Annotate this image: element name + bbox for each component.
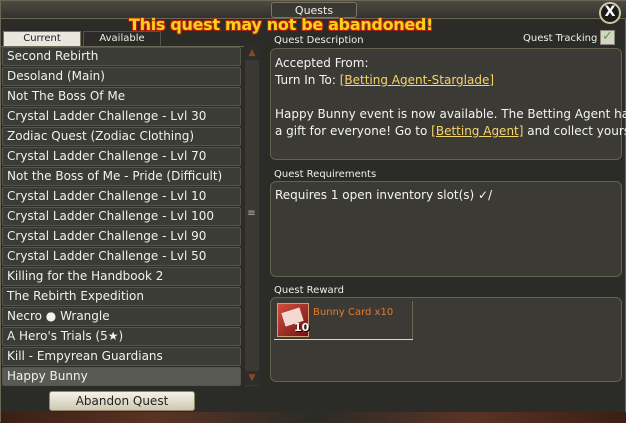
quest-list-item[interactable]: Desoland (Main) [2,67,241,86]
quest-reward-header: Quest Reward [274,285,344,296]
turn-in-link[interactable]: [Betting Agent-Starglade] [340,73,494,87]
quest-list-item[interactable]: Second Rebirth [2,47,241,66]
quest-list-item[interactable]: Crystal Ladder Challenge - Lvl 70 [2,147,241,166]
quest-list-item[interactable]: Crystal Ladder Challenge - Lvl 100 [2,207,241,226]
reward-item-name: Bunny Card x10 [313,307,394,318]
description-line-2: a gift for everyone! Go to [Betting Agen… [275,124,626,138]
quest-list-item[interactable]: The Rebirth Expedition [2,287,241,306]
reward-divider [412,301,413,339]
description-line-2-prefix: a gift for everyone! Go to [275,124,428,138]
quest-list-item-selected[interactable]: Happy Bunny [2,367,241,386]
quest-list-item[interactable]: A Hero's Trials (5★) [2,327,241,346]
quest-list-item[interactable]: Crystal Ladder Challenge - Lvl 30 [2,107,241,126]
reward-underline [274,339,413,340]
quest-requirements-header: Quest Requirements [274,169,377,180]
turn-in-row: Turn In To: [Betting Agent-Starglade] [275,73,494,87]
description-line-2-suffix: and collect yours! [527,124,626,138]
reward-quantity: 10 [294,321,310,334]
quest-list-item[interactable]: Not the Boss of Me - Pride (Difficult) [2,167,241,186]
description-line-1: Happy Bunny event is now available. The … [275,107,626,121]
abandon-warning: This quest may not be abandoned! [129,15,434,34]
quest-list-item[interactable]: Crystal Ladder Challenge - Lvl 50 [2,247,241,266]
scroll-down-arrow-icon[interactable]: ▼ [245,371,259,385]
requirement-line: Requires 1 open inventory slot(s) ✓/ [275,188,493,202]
scroll-thumb[interactable]: ≡ [247,208,256,222]
quest-tracking-checkbox[interactable]: ✓ [600,30,615,45]
quests-window: Quests X This quest may not be abandoned… [0,0,626,423]
quest-list-item[interactable]: Crystal Ladder Challenge - Lvl 10 [2,187,241,206]
quest-list-item[interactable]: Zodiac Quest (Zodiac Clothing) [2,127,241,146]
tab-current[interactable]: Current [3,31,81,46]
quest-list-item[interactable]: Killing for the Handbook 2 [2,267,241,286]
abandon-quest-button[interactable]: Abandon Quest [49,391,195,411]
scroll-up-arrow-icon[interactable]: ▲ [245,46,259,60]
bottom-border-strip [1,412,626,423]
betting-agent-link[interactable]: [Betting Agent] [431,124,523,138]
quest-list-item[interactable]: Crystal Ladder Challenge - Lvl 90 [2,227,241,246]
close-button[interactable]: X [599,2,621,24]
accepted-from-label: Accepted From: [275,56,369,70]
quest-list-item[interactable]: Kill - Empyrean Guardians [2,347,241,366]
quest-list-item[interactable]: Necro ● Wrangle [2,307,241,326]
quest-description-header: Quest Description [274,35,364,46]
quest-tracking-label: Quest Tracking [523,33,598,44]
turn-in-label: Turn In To: [275,73,336,87]
tab-available[interactable]: Available [83,31,161,46]
quest-list-item[interactable]: Not The Boss Of Me [2,87,241,106]
